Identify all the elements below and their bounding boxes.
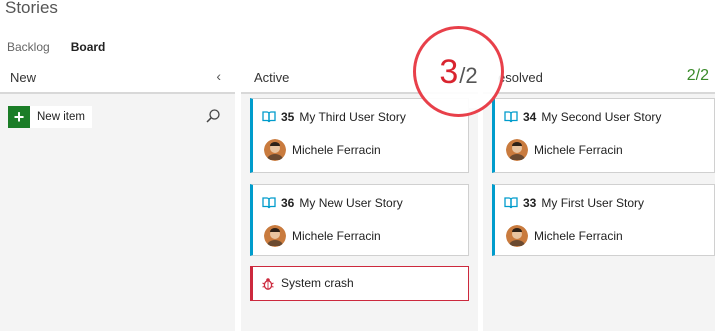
bug-icon xyxy=(262,277,274,290)
card-title: My New User Story xyxy=(299,196,403,210)
tab-bar: Backlog Board xyxy=(7,40,126,54)
avatar xyxy=(506,225,528,247)
card[interactable]: 36 My New User Story Michele Ferracin xyxy=(250,184,469,256)
avatar xyxy=(506,139,528,161)
wip-limit-value-active: /2 xyxy=(459,62,478,88)
card-id: 34 xyxy=(523,110,537,124)
tab-board[interactable]: Board xyxy=(71,40,106,54)
column-title-new: New xyxy=(10,70,37,85)
card-assignee: Michele Ferracin xyxy=(534,143,623,157)
book-icon xyxy=(504,197,518,209)
wip-limit-callout: 3 /2 xyxy=(413,26,504,117)
book-icon xyxy=(262,111,276,123)
wip-limit-value-resolved: /2 xyxy=(695,67,709,84)
card[interactable]: 33 My First User Story Michele Ferracin xyxy=(492,184,715,256)
page-title: Stories xyxy=(5,0,58,17)
search-icon[interactable] xyxy=(205,108,221,124)
card-assignee: Michele Ferracin xyxy=(292,229,381,243)
card-title: System crash xyxy=(281,276,354,290)
column-resolved: esolved 2/2 34 My Second User Story Mich… xyxy=(483,64,715,331)
card-assignee: Michele Ferracin xyxy=(534,229,623,243)
book-icon xyxy=(262,197,276,209)
book-icon xyxy=(504,111,518,123)
column-title-resolved: esolved xyxy=(498,70,543,85)
card-id: 36 xyxy=(281,196,295,210)
card-title: My Third User Story xyxy=(299,110,406,124)
card-id: 33 xyxy=(523,196,537,210)
avatar xyxy=(264,225,286,247)
avatar xyxy=(264,139,286,161)
card-id: 35 xyxy=(281,110,295,124)
card-bug[interactable]: System crash xyxy=(250,266,469,301)
column-header-resolved: esolved 2/2 xyxy=(483,64,715,94)
column-header-new: New ‹ xyxy=(0,64,235,94)
wip-limit-resolved: 2/2 xyxy=(687,67,709,85)
new-item-label: New item xyxy=(37,111,85,123)
wip-count-active: 3 xyxy=(439,52,459,91)
card-title: My First User Story xyxy=(541,196,645,210)
card-assignee: Michele Ferracin xyxy=(292,143,381,157)
new-item-button[interactable]: + New item xyxy=(8,106,92,128)
column-new: New ‹ + New item xyxy=(0,64,235,331)
column-title-active: Active xyxy=(254,70,290,85)
card[interactable]: 34 My Second User Story Michele Ferracin xyxy=(492,98,715,173)
plus-icon: + xyxy=(8,106,30,128)
wip-count-resolved: 2 xyxy=(686,67,696,84)
tab-backlog[interactable]: Backlog xyxy=(7,40,50,54)
card-title: My Second User Story xyxy=(541,110,662,124)
chevron-left-icon[interactable]: ‹ xyxy=(216,68,221,84)
